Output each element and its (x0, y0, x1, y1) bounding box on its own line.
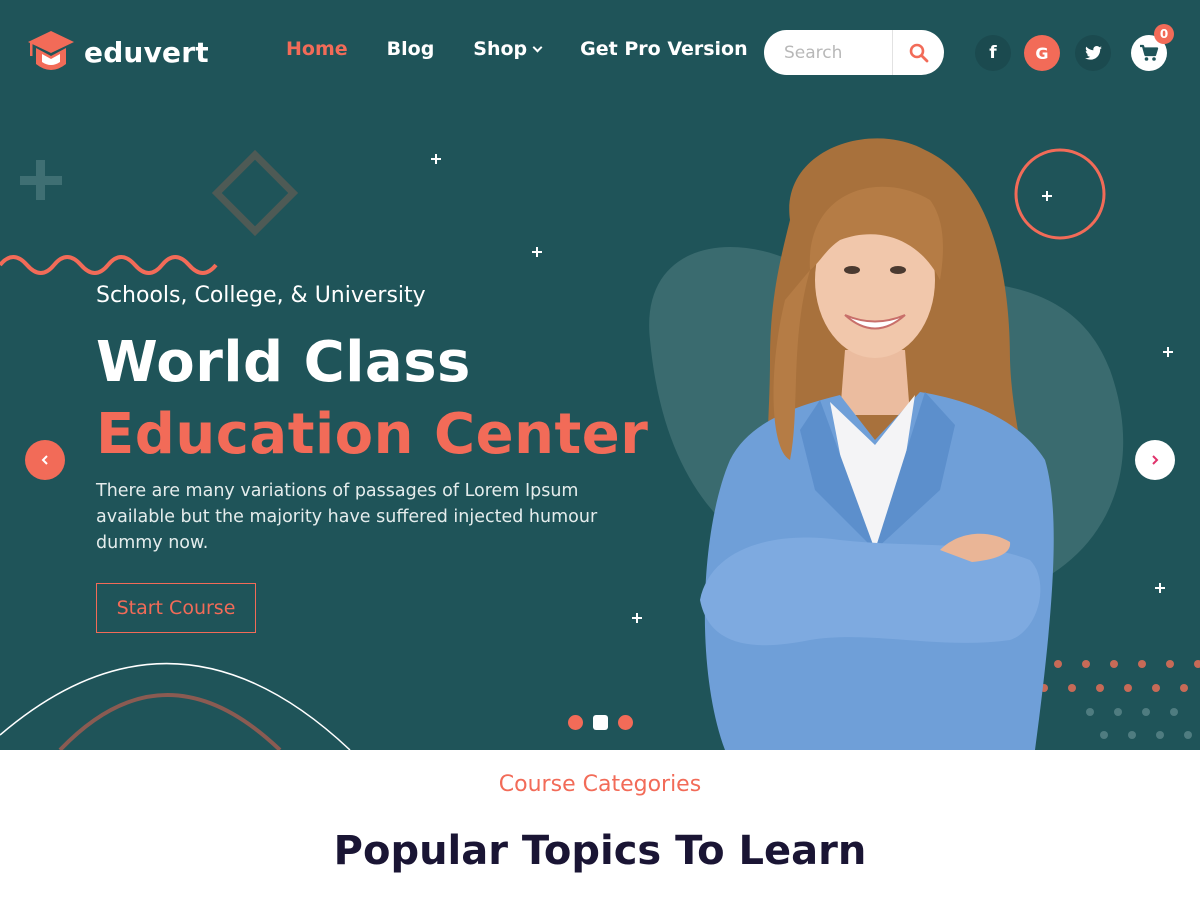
section-title: Popular Topics To Learn (333, 828, 867, 874)
hero-description: There are many variations of passages of… (96, 481, 598, 553)
chevron-right-icon (1152, 455, 1159, 465)
arc-decoration-2 (58, 693, 282, 750)
arc-decoration (0, 662, 351, 750)
slider-dot-1[interactable] (568, 715, 583, 730)
hero-image (649, 138, 1124, 750)
slider-dot-2[interactable] (593, 715, 608, 730)
cart-icon (1140, 44, 1159, 61)
logo[interactable]: eduvert (26, 28, 209, 76)
logo-text: eduvert (84, 35, 209, 69)
facebook-icon: f (989, 43, 997, 63)
nav-item-get-pro[interactable]: Get Pro Version (580, 38, 747, 60)
slider-prev-button[interactable] (25, 440, 65, 480)
diamond-decoration (211, 149, 299, 237)
slider-dot-3[interactable] (618, 715, 633, 730)
search-input[interactable] (764, 30, 892, 75)
slider-pagination (568, 715, 633, 730)
search-icon (909, 43, 928, 62)
twitter-button[interactable] (1075, 35, 1111, 71)
hero-headline-line1: World Class (96, 330, 471, 395)
section-kicker: Course Categories (492, 772, 708, 800)
facebook-button[interactable]: f (975, 35, 1011, 71)
nav-item-blog[interactable]: Blog (387, 38, 435, 60)
section-kicker-wrap: Course Categories (0, 772, 1200, 800)
plus-decoration (20, 160, 62, 200)
twitter-icon (1084, 46, 1102, 60)
hero-headline-line2: Education Center (96, 402, 649, 467)
hero-section: eduvert Home Blog Shop Get Pro Version f… (0, 0, 1200, 750)
google-icon: G (1035, 43, 1049, 63)
nav-item-shop-label: Shop (473, 38, 528, 60)
neck (840, 350, 910, 415)
slider-next-button[interactable] (1135, 440, 1175, 480)
start-course-button[interactable]: Start Course (96, 583, 256, 633)
graduation-cap-icon (28, 31, 74, 70)
hero-kicker: Schools, College, & University (96, 283, 426, 308)
wave-decoration (0, 255, 218, 275)
nav-item-shop[interactable]: Shop (473, 38, 543, 60)
chevron-left-icon (41, 455, 48, 465)
main-nav: Home Blog Shop Get Pro Version (286, 38, 787, 60)
google-button[interactable]: G (1024, 35, 1060, 71)
search-box (764, 30, 944, 75)
nav-item-home[interactable]: Home (286, 38, 348, 60)
search-button[interactable] (893, 30, 944, 75)
cart-count-badge: 0 (1154, 24, 1174, 44)
chevron-down-icon (532, 42, 543, 52)
